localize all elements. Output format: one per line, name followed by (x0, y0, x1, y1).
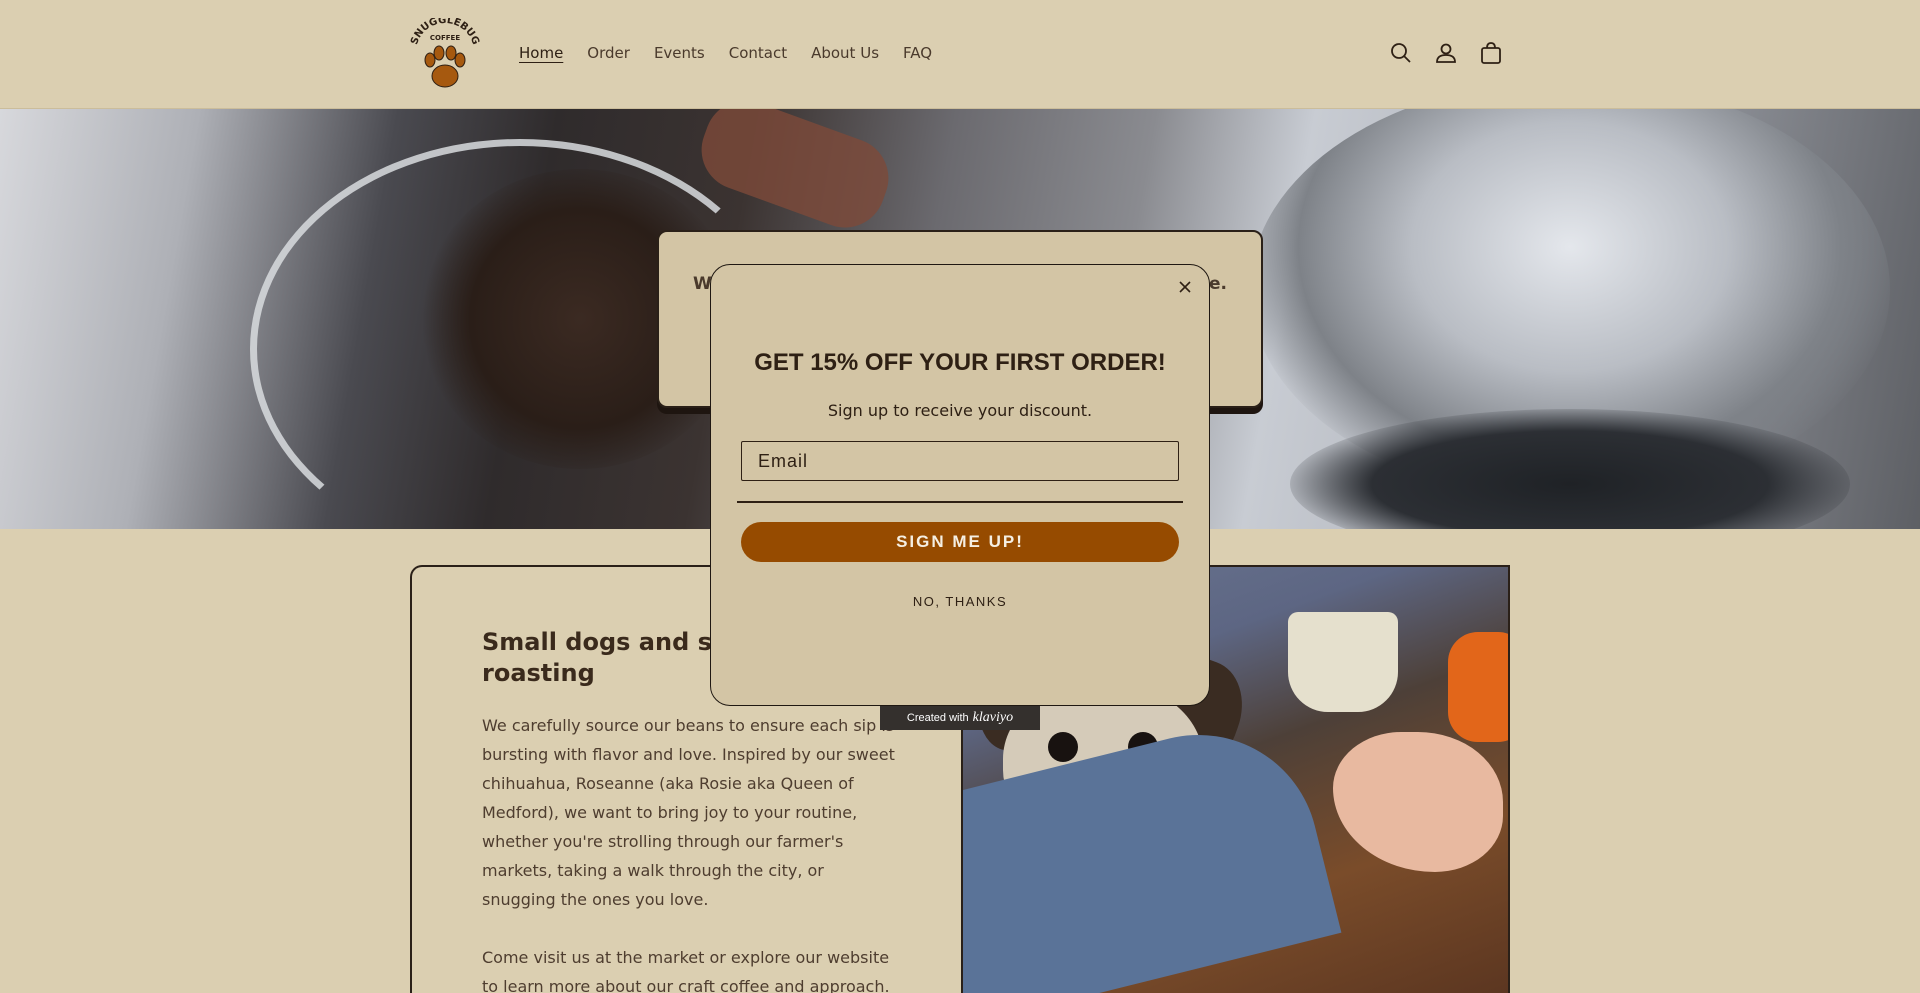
discount-popup: GET 15% OFF YOUR FIRST ORDER! Sign up to… (710, 264, 1210, 706)
no-thanks-link[interactable]: NO, THANKS (711, 594, 1209, 609)
nav-item-contact[interactable]: Contact (729, 44, 787, 62)
popup-title: GET 15% OFF YOUR FIRST ORDER! (754, 349, 1166, 376)
nav-item-faq[interactable]: FAQ (903, 44, 932, 62)
nav-item-events[interactable]: Events (654, 44, 705, 62)
site-header: SNUGGLEBUG COFFEE Home Order Events Cont… (0, 0, 1920, 109)
email-field[interactable] (741, 441, 1179, 481)
svg-text:COFFEE: COFFEE (430, 34, 460, 42)
main-nav: Home Order Events Contact About Us FAQ (519, 44, 956, 62)
svg-text:SNUGGLEBUG: SNUGGLEBUG (409, 18, 481, 46)
about-paragraph-1: We carefully source our beans to ensure … (482, 716, 895, 909)
klaviyo-badge[interactable]: Created with klaviyo (880, 706, 1040, 730)
hero-text-left: W (693, 274, 712, 294)
sign-me-up-button[interactable]: SIGN ME UP! (741, 522, 1179, 562)
hero-text-right: e. (1209, 274, 1227, 294)
cart-icon[interactable] (1478, 40, 1504, 66)
about-paragraph-2: Come visit us at the market or explore o… (482, 948, 890, 993)
nav-item-about-us[interactable]: About Us (811, 44, 879, 62)
klaviyo-logo: klaviyo (972, 710, 1014, 725)
account-icon[interactable] (1433, 40, 1459, 66)
header-icons (1388, 40, 1504, 66)
search-icon[interactable] (1388, 40, 1414, 66)
snugglebug-logo[interactable]: SNUGGLEBUG COFFEE (408, 15, 482, 92)
nav-item-home[interactable]: Home (519, 44, 563, 62)
popup-subtitle: Sign up to receive your discount. (827, 401, 1093, 420)
close-icon[interactable] (1173, 275, 1197, 299)
about-body: We carefully source our beans to ensure … (482, 711, 902, 993)
popup-divider (737, 501, 1183, 503)
about-title-line2: roasting (482, 659, 595, 687)
badge-prefix: Created with (906, 712, 969, 724)
nav-item-order[interactable]: Order (587, 44, 630, 62)
